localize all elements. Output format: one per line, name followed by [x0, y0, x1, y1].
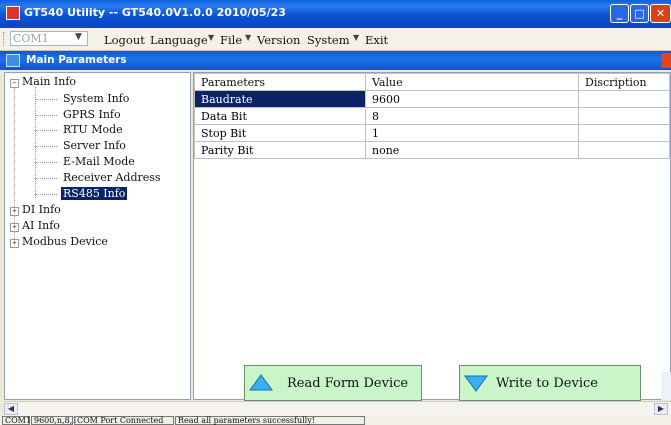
chevron-down-icon: ▼: [75, 32, 82, 42]
read-button-label: Read Form Device: [287, 376, 409, 391]
expand-icon[interactable]: +: [10, 223, 19, 232]
column-header-value[interactable]: Value: [365, 73, 579, 91]
tree-item-modbus-device[interactable]: Modbus Device: [22, 235, 108, 248]
status-port: COM1: [2, 416, 31, 425]
table-row[interactable]: Data Bit 8: [194, 107, 670, 125]
collapse-icon[interactable]: −: [10, 79, 19, 88]
table-header-row: Parameters Value Discription: [194, 73, 670, 91]
title-bar: GT540 Utility -- GT540.0V1.0.0 2010/05/2…: [0, 0, 671, 28]
tree-item-di-info[interactable]: DI Info: [22, 203, 61, 216]
param-cell[interactable]: Parity Bit: [194, 141, 366, 159]
menu-bar: COM1 ▼ Logout Language ▼ File ▼ Version …: [0, 28, 671, 51]
tree-item-receiver-address[interactable]: Receiver Address: [63, 171, 161, 184]
param-cell[interactable]: Baudrate: [194, 90, 366, 108]
horizontal-scrollbar[interactable]: ◀ ▶: [4, 401, 671, 416]
table-row[interactable]: Baudrate 9600: [194, 90, 670, 108]
arrow-up-icon: [249, 374, 273, 391]
window-icon: [6, 54, 20, 67]
description-cell[interactable]: [578, 107, 670, 125]
tree-item-rs485-info[interactable]: RS485 Info: [61, 187, 128, 200]
child-window-bar: Main Parameters: [0, 51, 671, 70]
status-connection: COM Port Connected: [74, 416, 174, 425]
parameter-table: Parameters Value Discription Baudrate 96…: [194, 73, 670, 159]
menu-file[interactable]: File: [220, 33, 242, 47]
value-cell[interactable]: none: [365, 141, 579, 159]
tree-item-main-info[interactable]: Main Info: [22, 75, 76, 88]
chevron-down-icon: ▼: [245, 33, 252, 42]
tree-item-gprs-info[interactable]: GPRS Info: [63, 108, 121, 121]
menu-version[interactable]: Version: [257, 33, 300, 47]
value-cell[interactable]: 9600: [365, 90, 579, 108]
table-row[interactable]: Stop Bit 1: [194, 124, 670, 142]
table-row[interactable]: Parity Bit none: [194, 141, 670, 159]
value-cell[interactable]: 8: [365, 107, 579, 125]
status-setting: 9600,n,8,1: [31, 416, 77, 425]
column-header-parameters[interactable]: Parameters: [194, 73, 366, 91]
scroll-right-icon[interactable]: ▶: [654, 403, 668, 415]
app-icon: [6, 6, 20, 20]
description-cell[interactable]: [578, 141, 670, 159]
parameter-grid: Parameters Value Discription Baudrate 96…: [193, 72, 671, 400]
tree-item-system-info[interactable]: System Info: [63, 92, 129, 105]
chevron-down-icon: ▼: [208, 33, 215, 42]
parameter-tree: − Main Info System Info GPRS Info RTU Mo…: [4, 72, 191, 400]
tree-item-email-mode[interactable]: E-Mail Mode: [63, 155, 135, 168]
read-from-device-button[interactable]: Read Form Device: [244, 365, 422, 401]
window-title: GT540 Utility -- GT540.0V1.0.0 2010/05/2…: [24, 6, 286, 19]
tree-item-rtu-mode[interactable]: RTU Mode: [63, 123, 123, 136]
status-message: Read all parameters successfully!: [175, 416, 365, 425]
status-bar: COM1 9600,n,8,1 COM Port Connected Read …: [0, 416, 671, 425]
child-close-button[interactable]: [661, 53, 671, 68]
port-select[interactable]: COM1 ▼: [10, 31, 88, 46]
child-window-title: Main Parameters: [26, 54, 127, 66]
close-button[interactable]: ✕: [650, 4, 671, 23]
menu-system[interactable]: System: [307, 33, 350, 47]
minimize-button[interactable]: _: [610, 4, 629, 23]
vertical-scrollbar[interactable]: [661, 372, 671, 400]
menu-logout[interactable]: Logout: [104, 33, 145, 47]
scroll-left-icon[interactable]: ◀: [4, 403, 18, 415]
write-to-device-button[interactable]: Write to Device: [459, 365, 641, 401]
column-header-description[interactable]: Discription: [578, 73, 670, 91]
tree-item-server-info[interactable]: Server Info: [63, 139, 126, 152]
expand-icon[interactable]: +: [10, 239, 19, 248]
menu-language[interactable]: Language: [150, 33, 208, 47]
param-cell[interactable]: Data Bit: [194, 107, 366, 125]
write-button-label: Write to Device: [496, 376, 598, 391]
toolbar-grip: [3, 32, 7, 46]
chevron-down-icon: ▼: [353, 33, 360, 42]
description-cell[interactable]: [578, 124, 670, 142]
arrow-down-icon: [464, 375, 488, 392]
maximize-button[interactable]: □: [630, 4, 649, 23]
port-select-value: COM1: [13, 32, 49, 45]
menu-exit[interactable]: Exit: [365, 33, 388, 47]
description-cell[interactable]: [578, 90, 670, 108]
value-cell[interactable]: 1: [365, 124, 579, 142]
param-cell[interactable]: Stop Bit: [194, 124, 366, 142]
expand-icon[interactable]: +: [10, 207, 19, 216]
tree-item-ai-info[interactable]: AI Info: [22, 219, 60, 232]
